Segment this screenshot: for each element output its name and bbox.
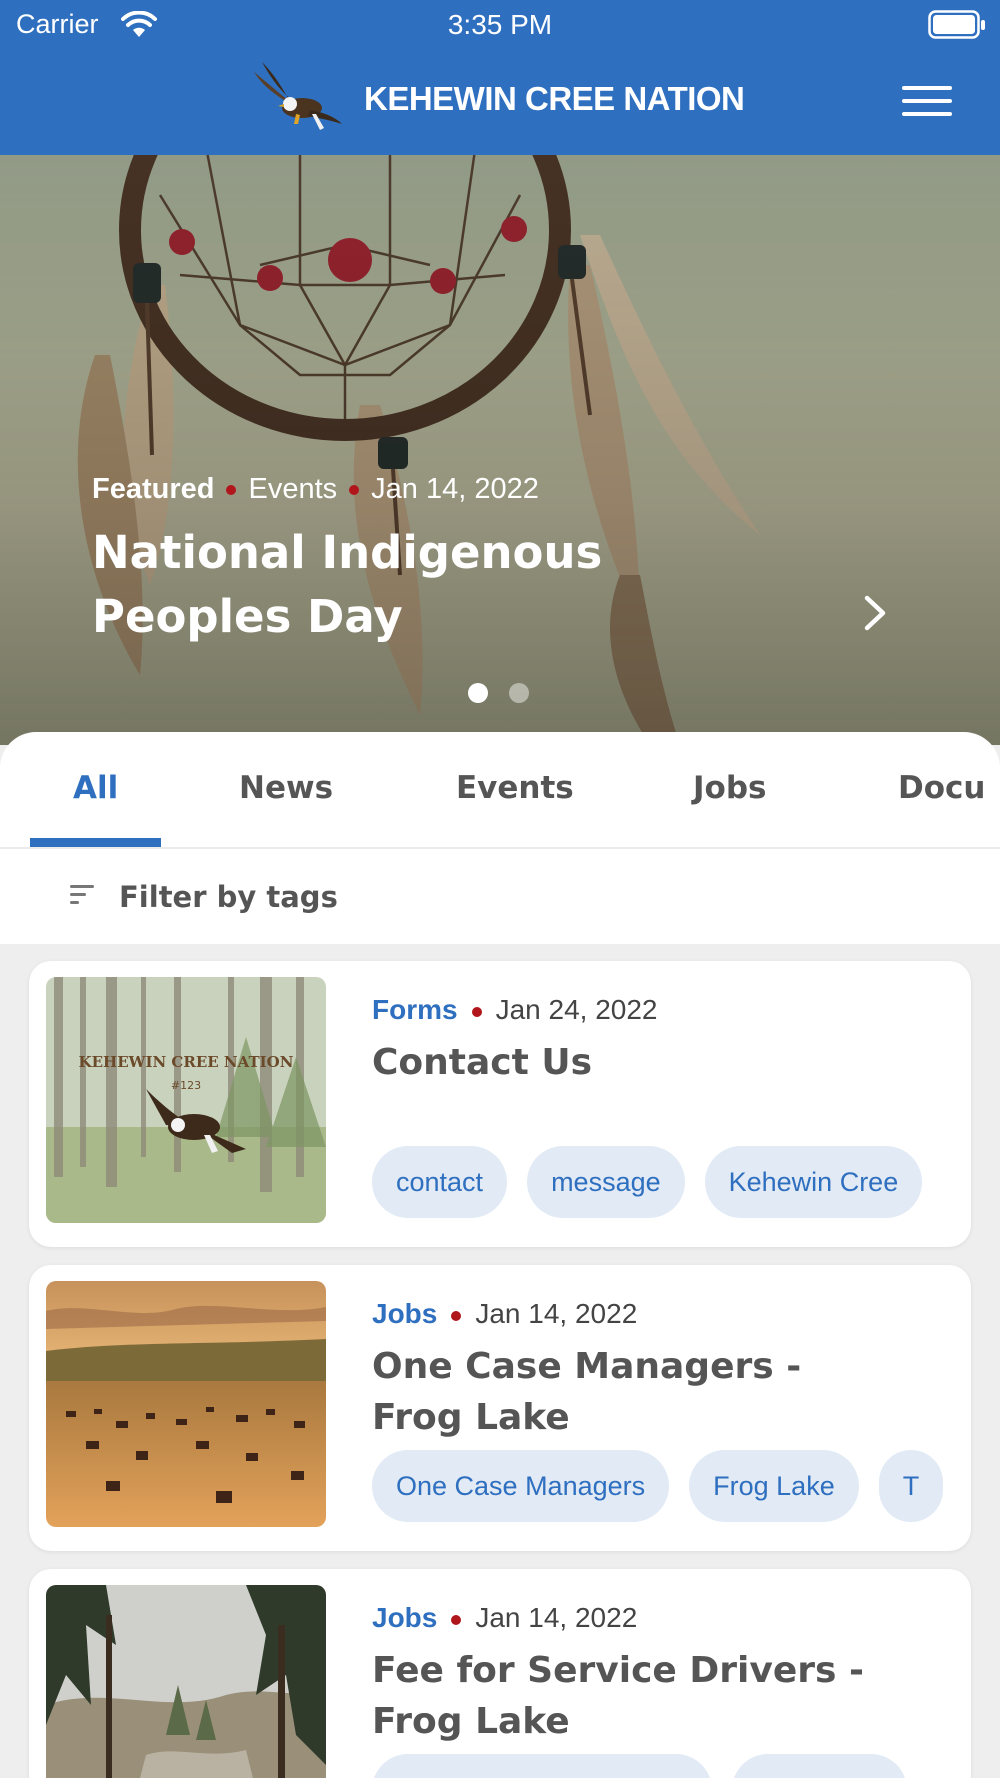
card-title[interactable]: Contact Us [372, 1037, 892, 1088]
hero-title[interactable]: National Indigenous Peoples Day [92, 521, 652, 649]
hero-date: Jan 14, 2022 [371, 473, 539, 505]
svg-text:#123: #123 [171, 1079, 201, 1092]
category-tabs: All News Events Jobs Docu [0, 732, 1000, 848]
tag-chip[interactable]: T [878, 1450, 944, 1522]
battery-icon [928, 10, 985, 39]
list-item[interactable]: Jobs Jan 14, 2022 One Case Managers - Fro… [29, 1265, 971, 1551]
separator-dot [226, 485, 237, 496]
tag-chip[interactable] [732, 1754, 907, 1778]
hero-overlay [0, 155, 1000, 745]
card-thumbnail [46, 1281, 326, 1527]
tab-jobs[interactable]: Jobs [693, 770, 766, 806]
content-panel: All News Events Jobs Docu Filter by tags [0, 732, 1000, 944]
app-header: Carrier 3:35 PM KEHEWIN CREE NATION [0, 0, 1000, 155]
card-category[interactable]: Jobs [372, 1298, 437, 1329]
status-time: 3:35 PM [447, 9, 553, 40]
tag-chip[interactable]: Frog Lake [689, 1450, 859, 1522]
tag-chip[interactable]: One Case Managers [372, 1450, 670, 1522]
tab-documents[interactable]: Docu [898, 770, 985, 806]
tag-chip[interactable]: Kehewin Cree [704, 1146, 923, 1218]
filter-label: Filter by tags [119, 880, 338, 914]
card-date: Jan 14, 2022 [475, 1602, 638, 1633]
status-bar: Carrier 3:35 PM [0, 0, 1000, 52]
card-date: Jan 24, 2022 [495, 994, 658, 1025]
tag-chip[interactable] [372, 1754, 712, 1778]
pager-dot[interactable] [509, 683, 529, 703]
eagle-logo-icon[interactable] [250, 58, 345, 136]
list-item[interactable]: KEHEWIN CREE NATION #123 Forms Jan 24, 20… [29, 961, 971, 1247]
forest-river-image [46, 1585, 326, 1778]
card-title[interactable]: One Case Managers - Frog Lake [372, 1341, 892, 1443]
filter-icon [70, 885, 94, 904]
card-thumbnail [46, 1585, 326, 1778]
app-title: KEHEWIN CREE NATION [364, 80, 745, 117]
card-meta: Jobs Jan 14, 2022 [372, 1602, 637, 1634]
tag-chip[interactable]: contact [372, 1146, 508, 1218]
featured-label: Featured [92, 473, 215, 505]
pager-dot-active[interactable] [468, 683, 488, 703]
card-meta: Forms Jan 24, 2022 [372, 994, 658, 1026]
card-meta: Jobs Jan 14, 2022 [372, 1298, 637, 1330]
tag-list [372, 1754, 946, 1778]
card-title[interactable]: Fee for Service Drivers - Frog Lake [372, 1645, 892, 1747]
card-thumbnail: KEHEWIN CREE NATION #123 [46, 977, 326, 1223]
tab-news[interactable]: News [239, 770, 333, 806]
divider [0, 847, 1000, 849]
cattle-field-image [46, 1281, 326, 1527]
list-item[interactable]: Jobs Jan 14, 2022 Fee for Service Drivers… [29, 1569, 971, 1778]
tag-list: One Case Managers Frog Lake T [372, 1450, 946, 1524]
tag-chip[interactable]: message [527, 1146, 685, 1218]
card-category[interactable]: Jobs [372, 1602, 437, 1633]
active-tab-indicator [30, 838, 161, 847]
hamburger-menu-icon[interactable] [902, 86, 952, 116]
card-date: Jan 14, 2022 [475, 1298, 638, 1329]
featured-carousel[interactable]: Featured Events Jan 14, 2022 National Indi… [0, 155, 1000, 745]
svg-text:KEHEWIN CREE NATION: KEHEWIN CREE NATION [79, 1053, 294, 1071]
separator-dot [471, 1006, 482, 1017]
separator-dot [451, 1310, 462, 1321]
tag-list: contact message Kehewin Cree [372, 1146, 946, 1220]
card-category[interactable]: Forms [372, 994, 458, 1025]
chevron-right-icon[interactable] [855, 588, 895, 638]
hero-category[interactable]: Events [248, 473, 337, 505]
forest-logo-image: KEHEWIN CREE NATION #123 [46, 977, 326, 1223]
separator-dot [349, 485, 360, 496]
hero-meta: Featured Events Jan 14, 2022 [92, 473, 539, 506]
tab-events[interactable]: Events [456, 770, 574, 806]
tab-all[interactable]: All [73, 770, 118, 806]
separator-dot [451, 1614, 462, 1625]
carousel-pager[interactable] [468, 683, 550, 707]
